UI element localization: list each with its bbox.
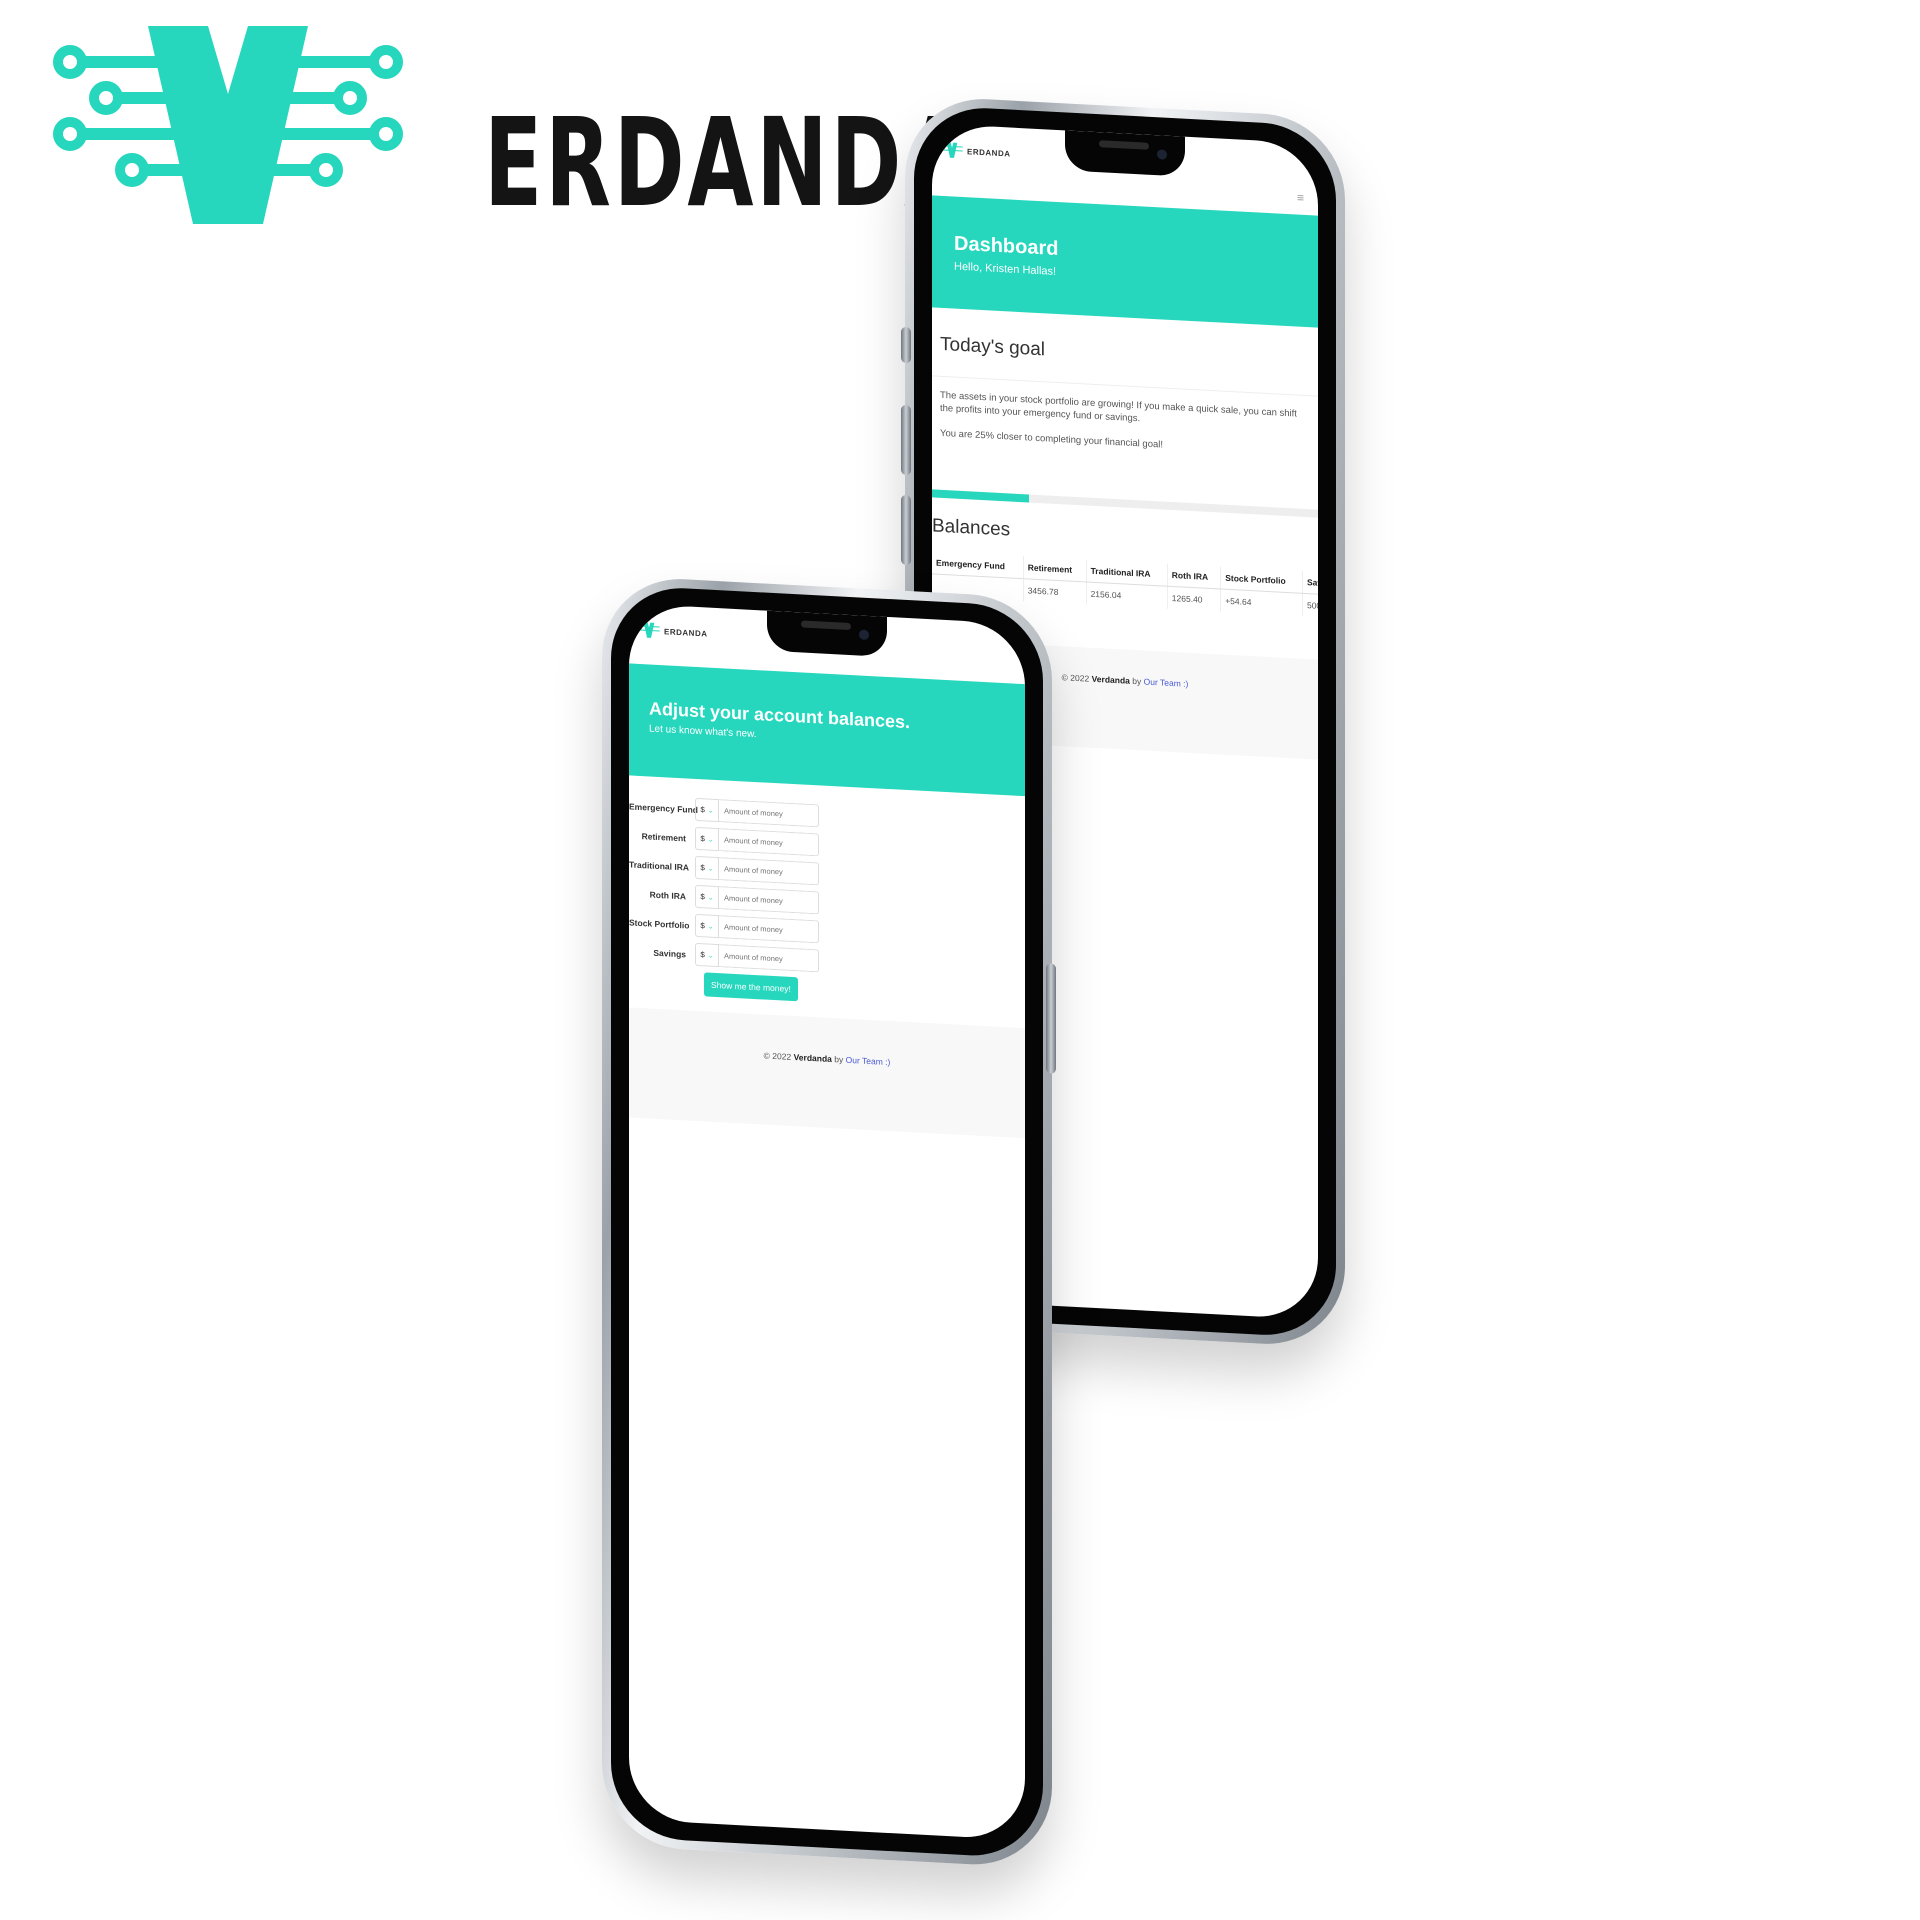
footer-by: by [1132,675,1142,687]
chevron-down-icon: ⌄ [707,865,714,873]
roth-ira-input[interactable] [719,886,819,915]
field-label: Retirement [641,830,686,843]
show-me-the-money-button[interactable]: Show me the money! [704,972,798,1002]
currency-symbol: $ [700,892,705,902]
circuit-v-logo-icon [53,26,403,224]
currency-select[interactable]: $ ⌄ [695,913,719,939]
footer-brand: Verdanda [1091,673,1130,686]
page-footer: © 2022 Verdanda by Our Team :) [629,1007,1025,1139]
table-cell: 2156.04 [1086,581,1168,609]
goal-progress-text: You are 25% closer to completing your fi… [940,427,1164,451]
footer-team-link[interactable]: Our Team :) [846,1055,891,1067]
chevron-down-icon: ⌄ [707,923,714,931]
table-cell: +54.64 [1220,589,1303,616]
column-header: Savings [1302,570,1318,596]
adjust-balances-form: Emergency Fund $⌄ Retirement $⌄ Traditio… [629,791,929,981]
stock-portfolio-input[interactable] [719,915,819,944]
currency-symbol: $ [700,834,705,844]
field-label: Stock Portfolio [629,916,690,931]
footer-team-link[interactable]: Our Team :) [1144,677,1189,689]
footer-copyright: © 2022 [763,1050,792,1062]
currency-select[interactable]: $ ⌄ [695,942,719,968]
currency-select[interactable]: $ ⌄ [695,884,719,910]
traditional-ira-input[interactable] [719,857,819,886]
footer-brand: Verdanda [793,1052,832,1065]
chevron-down-icon: ⌄ [707,807,714,815]
footer-copyright: © 2022 [1061,672,1090,684]
brand-logo: ERDANDA [48,26,970,236]
action-button [901,326,911,364]
goal-message: The assets in your stock portfolio are g… [940,389,1297,425]
currency-symbol: $ [700,921,705,931]
app-logo[interactable]: ERDANDA [940,142,1011,162]
phone-bezel: ERDANDA Adjust your account balances. Le… [611,584,1043,1860]
emergency-fund-input[interactable] [719,799,819,828]
chevron-down-icon: ⌄ [707,952,714,960]
phone-notch [767,610,887,657]
retirement-input[interactable] [719,828,819,857]
goal-progress-fill [932,489,1029,503]
savings-input[interactable] [719,944,819,973]
app-logo[interactable]: ERDANDA [637,622,708,642]
table-cell: 1265.40 [1167,586,1221,612]
phone-notch [1065,130,1185,177]
speaker-grille [1099,140,1149,150]
goal-card: The assets in your stock portfolio are g… [932,375,1318,506]
currency-select[interactable]: $ ⌄ [695,855,719,881]
speaker-grille [801,620,851,631]
dashboard-header: Dashboard Hello, Kristen Hallas! [932,195,1318,328]
volume-down-button [901,494,911,566]
field-label: Emergency Fund [629,800,698,815]
currency-select[interactable]: $ ⌄ [695,797,719,823]
column-header: Roth IRA [1167,563,1221,590]
app-logo-text: ERDANDA [664,626,708,639]
currency-select[interactable]: $ ⌄ [695,826,719,852]
adjust-screen: ERDANDA Adjust your account balances. Le… [629,603,1025,1841]
chevron-down-icon: ⌄ [707,836,714,844]
chevron-down-icon: ⌄ [707,894,714,902]
goal-title: Today's goal [940,333,1046,361]
table-cell: 3456.78 [1023,578,1087,605]
hamburger-menu-icon[interactable]: ≡ [1297,191,1304,205]
power-button [1046,963,1056,1074]
footer-by: by [834,1054,844,1065]
brand-wordmark: ERDANDA [484,92,974,234]
circuit-v-logo-icon [638,622,660,638]
front-camera [1157,149,1167,160]
currency-symbol: $ [700,805,705,815]
field-label: Traditional IRA [629,858,689,873]
column-header: Retirement [1023,556,1087,582]
currency-symbol: $ [700,863,705,873]
volume-up-button [901,404,911,476]
phone-adjust-balances: ERDANDA Adjust your account balances. Le… [602,575,1056,1869]
currency-symbol: $ [700,950,705,960]
front-camera [859,629,869,640]
app-logo-text: ERDANDA [967,146,1011,159]
field-label: Roth IRA [649,888,686,901]
balances-title: Balances [932,515,1011,541]
table-cell: 500.01 [1302,593,1318,619]
circuit-v-logo-icon [941,142,963,158]
field-label: Savings [653,947,686,959]
adjust-header: Adjust your account balances. Let us kno… [629,663,1025,797]
